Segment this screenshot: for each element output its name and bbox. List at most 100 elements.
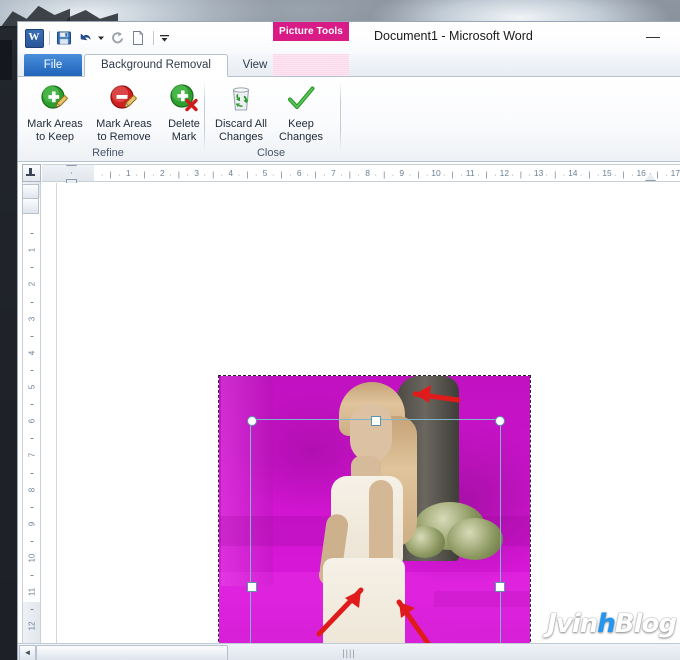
horizontal-ruler-tick: ·	[631, 172, 634, 179]
vertical-ruler-tick	[30, 609, 33, 611]
horizontal-ruler-number: 4	[228, 168, 234, 178]
horizontal-ruler[interactable]: 1 2 3 4 5 6 7 8 9 10 11 12 13 14 15 16 17 · | · · | · · | · · | · · | ·…	[18, 162, 680, 185]
vertical-ruler-number: 3	[27, 316, 36, 321]
first-line-indent-marker[interactable]	[66, 165, 77, 173]
horizontal-ruler-tick: ·	[289, 172, 292, 179]
horizontal-ruler-track[interactable]: 1 2 3 4 5 6 7 8 9 10 11 12 13 14 15 16 17 · | · · | · · | · · | · · | ·…	[42, 164, 680, 185]
horizontal-ruler-tick: |	[588, 172, 591, 179]
background-removal-preview[interactable]	[218, 375, 531, 660]
horizontal-ruler-number: 7	[331, 168, 336, 178]
vertical-ruler-tick	[30, 369, 33, 371]
horizontal-ruler-tick: ·	[596, 172, 600, 179]
vertical-ruler-number: 7	[27, 453, 36, 458]
annotation-arrows	[316, 385, 461, 660]
horizontal-ruler-tick: ·	[477, 172, 480, 179]
horizontal-ruler-number: 2	[160, 168, 165, 178]
vertical-ruler-tick	[30, 267, 33, 269]
vertical-ruler-number: 9	[27, 521, 36, 527]
horizontal-ruler-tick: ·	[323, 172, 326, 179]
ribbon-group-close: Discard All Changes Keep Changes Close	[206, 77, 336, 161]
horizontal-ruler-tick: ·	[511, 172, 514, 179]
horizontal-ruler-number: 6	[296, 168, 302, 178]
minimize-button[interactable]: —	[642, 29, 664, 46]
picture-tools-contextual-banner: Picture Tools	[273, 22, 349, 41]
horizontal-ruler-tick: ·	[443, 172, 446, 179]
undo-icon[interactable]	[75, 28, 95, 48]
save-icon[interactable]	[54, 28, 74, 48]
vertical-ruler-tick	[30, 506, 33, 508]
ribbon-group-close-label: Close	[256, 147, 286, 159]
horizontal-ruler-tick: ·	[494, 172, 497, 179]
horizontal-ruler-tick: |	[349, 172, 351, 179]
vertical-ruler-number: 5	[27, 384, 36, 390]
horizontal-ruler-number: 1	[125, 168, 131, 178]
scroll-left-arrow[interactable]: ◄	[19, 645, 36, 660]
keep-changes-button[interactable]: Keep Changes	[274, 81, 328, 143]
horizontal-ruler-tick: ·	[237, 172, 241, 179]
qat-separator-2	[153, 31, 154, 45]
horizontal-ruler-tick: |	[485, 172, 488, 179]
horizontal-ruler-number: 13	[533, 168, 544, 178]
green-plus-delete-icon	[168, 81, 200, 115]
horizontal-ruler-tick: |	[109, 172, 112, 179]
horizontal-ruler-tick: ·	[272, 172, 275, 179]
horizontal-ruler-tick: ·	[186, 172, 189, 179]
scrollbar-grip: ||||	[342, 648, 356, 658]
tab-file[interactable]: File	[24, 54, 82, 76]
horizontal-scroll-thumb[interactable]	[36, 645, 228, 660]
vertical-ruler-number: 6	[27, 418, 36, 424]
tab-stop-selector[interactable]	[22, 164, 41, 182]
word-logo-icon[interactable]: W	[24, 28, 44, 48]
vertical-ruler-number: 12	[27, 621, 36, 631]
delete-mark-button[interactable]: Delete Mark	[162, 81, 206, 143]
ribbon-group-refine-label: Refine	[92, 147, 124, 159]
document-page[interactable]: JvinhBlog	[56, 183, 680, 660]
horizontal-ruler-tick: ·	[528, 172, 531, 179]
quick-access-toolbar: W	[24, 27, 171, 49]
vertical-ruler[interactable]: 1 2 3 4 5 6 7 8 9 10 11 12	[22, 182, 41, 660]
horizontal-ruler-tick: ·	[460, 172, 463, 179]
horizontal-ruler-tick: |	[212, 172, 215, 179]
horizontal-ruler-tick: ·	[614, 172, 617, 179]
discard-all-changes-label: Discard All Changes	[215, 118, 267, 143]
qat-separator	[49, 31, 50, 45]
undo-dropdown-icon[interactable]	[96, 28, 106, 48]
horizontal-ruler-tick: ·	[340, 172, 343, 179]
keep-changes-label: Keep Changes	[278, 118, 324, 143]
horizontal-ruler-tick: ·	[545, 172, 548, 179]
title-bar: W Picture Tools Document1 - Microsoft Wo…	[18, 22, 680, 54]
horizontal-ruler-tick: |	[656, 172, 659, 179]
horizontal-ruler-number: 8	[365, 168, 370, 178]
horizontal-ruler-tick: |	[143, 172, 146, 179]
redo-icon[interactable]	[107, 28, 127, 48]
new-document-icon[interactable]	[128, 28, 148, 48]
vertical-ruler-split-down[interactable]	[22, 198, 39, 214]
horizontal-ruler-tick: |	[417, 172, 420, 179]
horizontal-ruler-number: 3	[194, 168, 199, 178]
red-minus-pencil-icon	[108, 81, 140, 115]
ribbon-tab-strip: File Background Removal View Format	[18, 54, 680, 77]
ribbon: Mark Areas to Keep Mark Areas to Remove	[18, 77, 680, 162]
horizontal-ruler-tick: |	[383, 172, 386, 179]
horizontal-ruler-tick: ·	[357, 172, 360, 179]
mark-areas-to-keep-button[interactable]: Mark Areas to Keep	[24, 81, 86, 143]
horizontal-ruler-tick: |	[520, 172, 522, 179]
horizontal-ruler-tick: ·	[254, 172, 258, 179]
vertical-ruler-tick	[30, 540, 33, 542]
horizontal-ruler-tick: ·	[306, 172, 309, 179]
horizontal-ruler-number: 5	[262, 168, 268, 178]
horizontal-ruler-tick: |	[280, 172, 283, 179]
customize-qat-icon[interactable]	[158, 28, 170, 48]
horizontal-ruler-tick: ·	[665, 172, 668, 179]
horizontal-ruler-number: 12	[499, 168, 510, 178]
watermark-text-before: Jvin	[547, 609, 598, 639]
picture-object[interactable]	[218, 375, 531, 660]
horizontal-ruler-number: 17	[670, 168, 680, 178]
horizontal-ruler-tick: ·	[118, 172, 121, 179]
vertical-ruler-tick	[30, 472, 33, 474]
vertical-ruler-tick	[30, 335, 33, 337]
mark-areas-to-remove-button[interactable]: Mark Areas to Remove	[88, 81, 160, 143]
discard-all-changes-button[interactable]: Discard All Changes	[210, 81, 272, 143]
tab-background-removal[interactable]: Background Removal	[84, 54, 228, 77]
horizontal-scrollbar[interactable]: ◄ ||||	[18, 643, 680, 660]
